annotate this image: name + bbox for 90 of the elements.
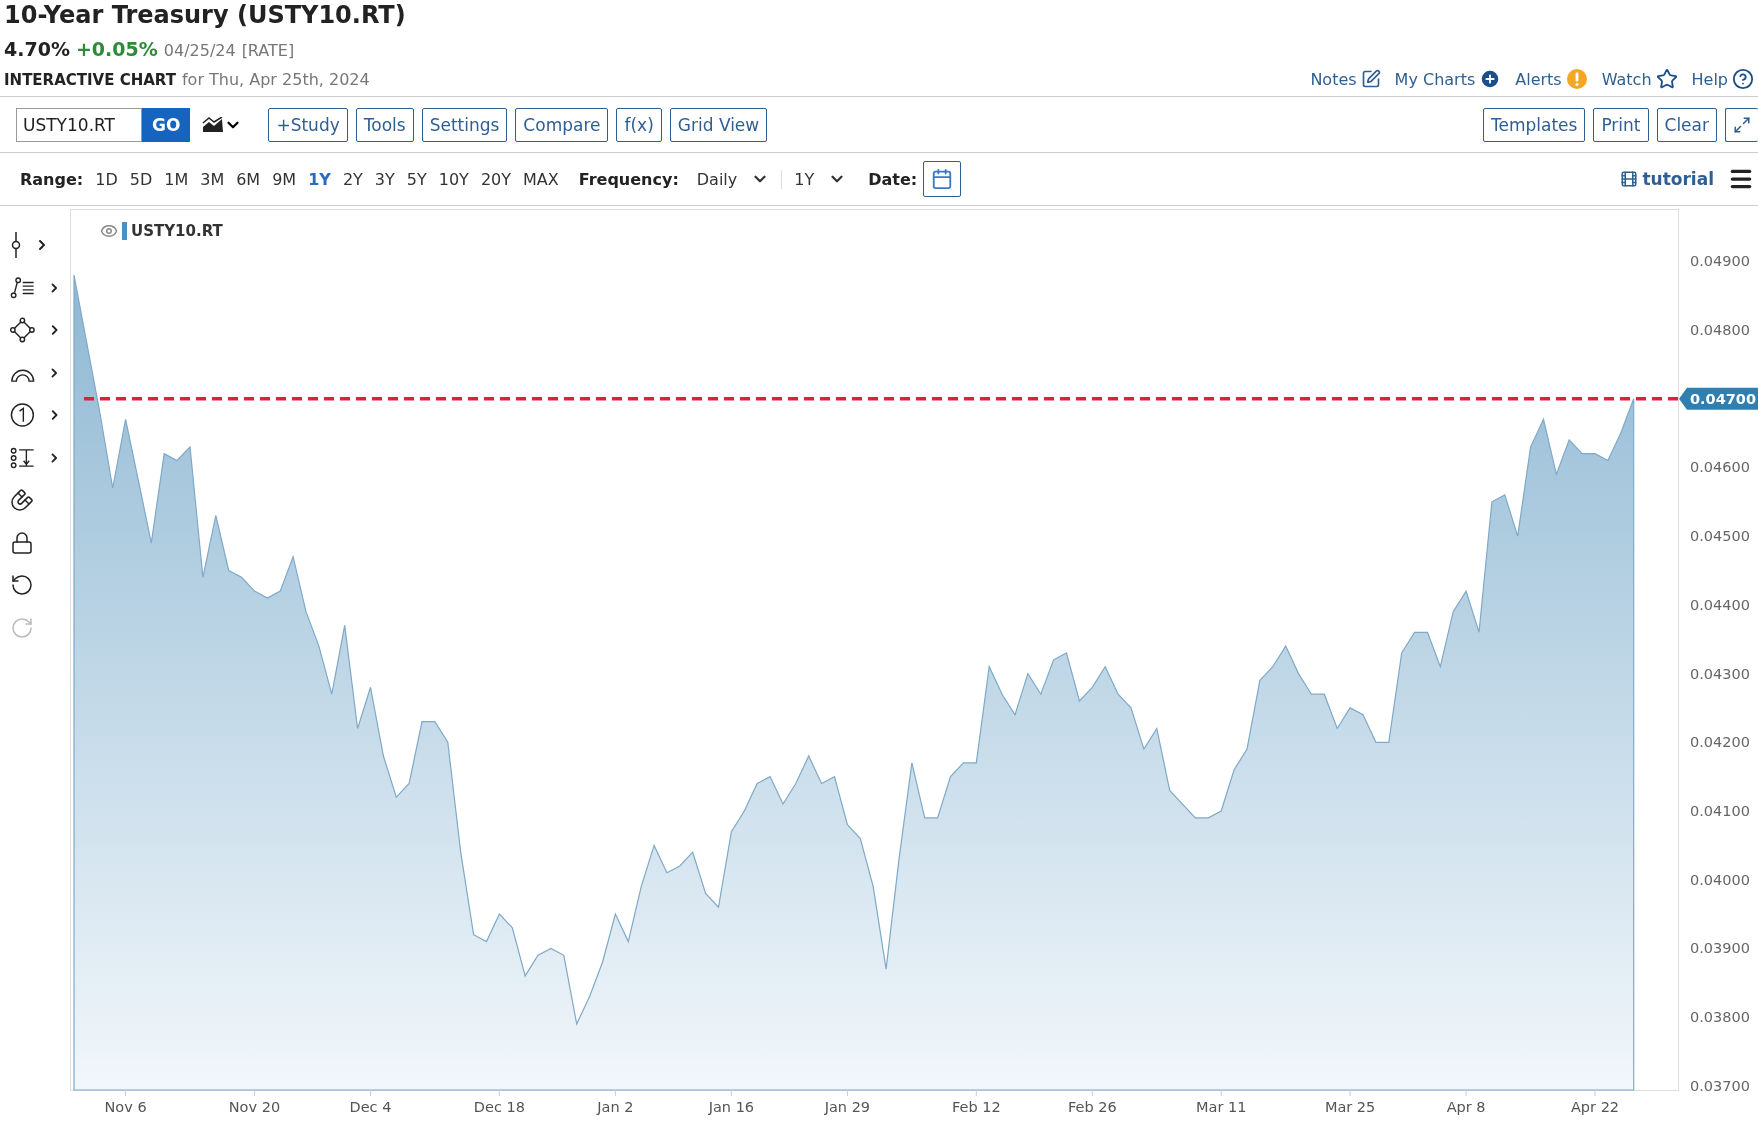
numbered-circle-icon	[10, 402, 35, 428]
toolbar-button[interactable]: Settings	[421, 108, 508, 142]
range-option[interactable]: 1M	[158, 169, 195, 189]
range-option[interactable]: 6M	[230, 169, 267, 189]
tutorial-link[interactable]: tutorial	[1620, 169, 1714, 189]
section-label: INTERACTIVE CHART	[4, 70, 176, 89]
price-value: 4.70%	[4, 38, 70, 60]
crosshair-icon	[10, 232, 22, 258]
lock-icon	[10, 530, 34, 555]
quote-type: [RATE]	[241, 41, 295, 60]
x-axis-label: Jan 2	[597, 1099, 634, 1115]
y-axis-label: 0.04500	[1690, 528, 1750, 545]
y-axis-label: 0.04600	[1690, 459, 1750, 476]
magnet-icon	[10, 488, 34, 512]
y-axis-label: 0.04400	[1690, 596, 1750, 613]
period-dropdown[interactable]: 1Y	[781, 169, 859, 189]
x-axis-label: Feb 12	[951, 1099, 1001, 1115]
x-axis-label: Mar 11	[1196, 1099, 1247, 1115]
range-option[interactable]: 3M	[194, 169, 231, 189]
range-option[interactable]: 20Y	[474, 169, 517, 189]
range-option[interactable]: 1Y	[302, 169, 337, 189]
header-link[interactable]: My Charts	[1394, 68, 1502, 90]
y-axis-label: 0.03700	[1690, 1077, 1750, 1094]
calendar-icon	[931, 168, 954, 190]
undo-icon	[10, 573, 34, 597]
line-list-icon	[10, 275, 36, 300]
ref-line-label: 0.04700	[1690, 390, 1757, 407]
star-icon	[1655, 68, 1678, 90]
toolbar-button[interactable]: f(x)	[616, 108, 662, 142]
y-axis-label: 0.04000	[1690, 871, 1750, 888]
y-axis-label: 0.03900	[1690, 940, 1750, 957]
header-link[interactable]: Help	[1691, 68, 1754, 90]
mountain-chart-icon	[202, 117, 225, 133]
x-axis-label: Dec 4	[349, 1099, 392, 1115]
toolbar-button[interactable]: Print	[1593, 108, 1649, 142]
range-option[interactable]: 9M	[266, 169, 303, 189]
symbol-input[interactable]: USTY10.RT	[16, 108, 142, 142]
header-link[interactable]: Notes	[1310, 69, 1381, 89]
chart-date: for Thu, Apr 25th, 2024	[181, 69, 370, 89]
frequency-dropdown[interactable]: Daily	[684, 169, 782, 189]
x-axis-label: Nov 6	[104, 1099, 147, 1115]
go-button[interactable]: GO	[142, 108, 191, 142]
x-axis-label: Dec 18	[473, 1099, 525, 1115]
quote-date: 04/25/24	[163, 41, 236, 60]
x-axis-label: Apr 22	[1570, 1099, 1620, 1115]
y-axis-label: 0.04100	[1690, 803, 1750, 819]
x-axis-label: Feb 26	[1067, 1099, 1117, 1115]
diamond-nodes-icon	[10, 317, 35, 343]
price-change: +0.05%	[75, 38, 158, 60]
range-option[interactable]: 5Y	[400, 169, 433, 189]
y-axis-label: 0.04200	[1690, 734, 1750, 751]
exclamation-icon	[1565, 68, 1588, 90]
edit-icon	[1360, 69, 1381, 89]
range-option[interactable]: 5D	[123, 169, 159, 189]
toolbar-button[interactable]: Grid View	[669, 108, 768, 142]
series-legend: USTY10.RT	[122, 222, 223, 240]
date-label: Date:	[868, 169, 918, 189]
range-option[interactable]: 3Y	[368, 169, 401, 189]
x-axis-label: Jan 29	[824, 1099, 871, 1115]
y-axis-label: 0.04800	[1690, 321, 1750, 338]
x-axis-label: Nov 20	[228, 1099, 281, 1115]
expand-icon	[1733, 116, 1751, 134]
calendar-button[interactable]	[923, 161, 962, 197]
toolbar-button[interactable]: +Study	[268, 108, 348, 142]
toolbar-button[interactable]: Clear	[1656, 108, 1717, 142]
x-axis-label: Jan 16	[708, 1099, 755, 1115]
header-link[interactable]: Alerts	[1515, 68, 1588, 90]
range-option[interactable]: 10Y	[432, 169, 475, 189]
redo-icon	[10, 615, 34, 640]
y-axis-label: 0.04300	[1690, 665, 1750, 682]
range-option[interactable]: MAX	[517, 169, 565, 189]
plus-icon	[1479, 68, 1502, 90]
expand-button[interactable]	[1725, 108, 1758, 142]
price-tag: 0.04700	[1679, 387, 1758, 410]
y-axis-label: 0.03800	[1690, 1009, 1750, 1026]
header-link[interactable]: Watch	[1601, 68, 1678, 90]
toolbar-button[interactable]: Templates	[1483, 108, 1586, 142]
eye-icon[interactable]	[100, 222, 118, 240]
toolbar-button[interactable]: Compare	[515, 108, 609, 142]
toolbar-button[interactable]: Tools	[355, 108, 414, 142]
frequency-label: Frequency:	[578, 169, 679, 189]
range-label: Range:	[20, 169, 84, 189]
x-axis-label: Apr 8	[1446, 1099, 1486, 1115]
page-title: 10-Year Treasury (USTY10.RT)	[4, 0, 407, 30]
help-icon	[1732, 68, 1754, 90]
x-axis-label: Mar 25	[1324, 1099, 1376, 1115]
film-icon	[1620, 170, 1639, 188]
y-axis-label: 0.04900	[1690, 253, 1750, 270]
range-option[interactable]: 2Y	[336, 169, 369, 189]
range-option[interactable]: 1D	[89, 169, 124, 189]
